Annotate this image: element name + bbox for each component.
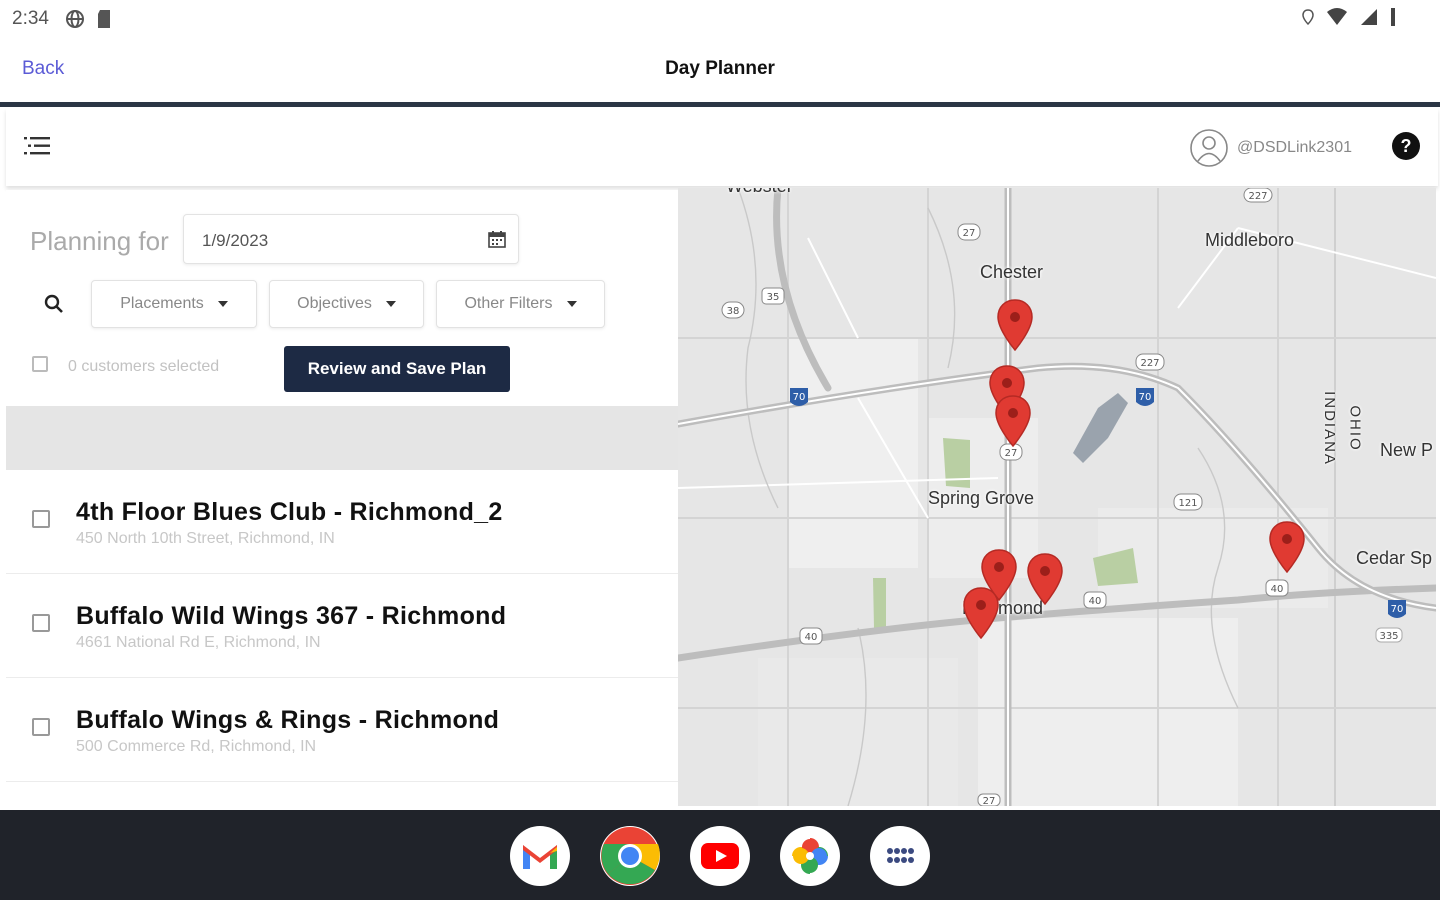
status-icons-left	[64, 8, 112, 30]
location-pin-icon[interactable]	[994, 394, 1032, 448]
location-icon	[1302, 9, 1314, 25]
planner-panel: Planning for 1/9/2023 Placements Objecti…	[6, 190, 678, 806]
route-shield: 40	[1271, 584, 1284, 595]
page-title: Day Planner	[665, 58, 775, 79]
select-all-checkbox[interactable]	[32, 356, 48, 372]
route-shield: 121	[1178, 498, 1197, 509]
placements-label: Placements	[120, 295, 204, 312]
status-time: 2:34	[12, 8, 49, 29]
chevron-down-icon	[217, 301, 228, 307]
placements-filter[interactable]: Placements	[91, 280, 257, 328]
map-label-indiana: INDIANA	[1320, 391, 1338, 466]
cell-signal-icon	[1361, 9, 1377, 25]
route-shield: 35	[767, 292, 780, 303]
chevron-down-icon	[385, 301, 396, 307]
objectives-label: Objectives	[297, 295, 372, 312]
location-pin-icon[interactable]	[1268, 520, 1306, 574]
interstate-shield: 70	[793, 392, 806, 403]
interstate-shield: 70	[1391, 604, 1404, 615]
interstate-shield: 70	[1139, 392, 1152, 403]
other-filters[interactable]: Other Filters	[436, 280, 605, 328]
battery-icon	[1391, 8, 1395, 26]
date-value: 1/9/2023	[202, 231, 269, 250]
user-account[interactable]: @DSDLink2301	[1189, 128, 1352, 168]
map-label-chester: Chester	[980, 262, 1044, 282]
route-shield: 40	[1089, 596, 1102, 607]
status-bar: 2:34	[0, 0, 1440, 38]
sd-card-icon	[98, 10, 110, 28]
map-canvas: 27 35 38 227 227 121 27 40 40 40 335 27 …	[678, 188, 1436, 806]
route-shield: 227	[1140, 358, 1159, 369]
customer-checkbox[interactable]	[32, 718, 50, 736]
location-pin-icon[interactable]	[1026, 552, 1064, 606]
location-pin-icon[interactable]	[962, 586, 1000, 640]
route-shield: 335	[1379, 631, 1398, 642]
customer-name: Buffalo Wings & Rings - Richmond	[76, 706, 500, 734]
map-label-ohio: OHIO	[1346, 405, 1364, 452]
list-header-band	[6, 406, 678, 470]
planning-for-label: Planning for	[30, 226, 169, 256]
other-filters-label: Other Filters	[464, 295, 553, 312]
chevron-down-icon	[566, 301, 577, 307]
wifi-icon	[1327, 8, 1347, 25]
selected-count: 0 customers selected	[68, 358, 220, 375]
customer-address: 500 Commerce Rd, Richmond, IN	[76, 738, 317, 755]
app-header: Back Day Planner	[0, 38, 1440, 102]
customer-address: 4661 National Rd E, Richmond, IN	[76, 634, 321, 651]
search-icon[interactable]	[44, 294, 64, 314]
app-launcher-icon[interactable]	[870, 826, 930, 886]
avatar-icon	[1190, 129, 1228, 167]
calendar-icon[interactable]	[488, 230, 506, 248]
customer-name: Buffalo Wild Wings 367 - Richmond	[76, 602, 507, 630]
help-icon[interactable]: ?	[1392, 132, 1420, 160]
photos-icon[interactable]	[780, 826, 840, 886]
list-item[interactable]: 4th Floor Blues Club - Richmond_2 450 No…	[6, 470, 678, 574]
gmail-icon[interactable]	[510, 826, 570, 886]
toolbar: @DSDLink2301 ?	[6, 108, 1438, 186]
taskbar	[0, 810, 1440, 900]
customer-checkbox[interactable]	[32, 510, 50, 528]
date-picker-field[interactable]: 1/9/2023	[183, 214, 519, 264]
route-shield: 27	[983, 796, 996, 806]
review-save-plan-button[interactable]: Review and Save Plan	[284, 346, 510, 392]
customer-name: 4th Floor Blues Club - Richmond_2	[76, 498, 503, 526]
map-view[interactable]: 27 35 38 227 227 121 27 40 40 40 335 27 …	[678, 188, 1436, 806]
header-divider	[0, 102, 1440, 107]
location-pin-icon[interactable]	[996, 298, 1034, 352]
menu-icon[interactable]	[24, 134, 50, 158]
route-shield: 27	[1005, 448, 1018, 459]
list-item[interactable]: Buffalo Wings & Rings - Richmond 500 Com…	[6, 678, 678, 782]
customer-address: 450 North 10th Street, Richmond, IN	[76, 530, 335, 547]
username: @DSDLink2301	[1237, 139, 1352, 156]
status-icons-right	[1302, 7, 1396, 27]
map-label-spring-grove: Spring Grove	[928, 488, 1035, 508]
map-label-new-paris: New P	[1380, 440, 1434, 460]
vpn-globe-icon	[66, 10, 84, 28]
list-item[interactable]: Buffalo Wild Wings 367 - Richmond 4661 N…	[6, 574, 678, 678]
map-label-cedar-springs: Cedar Sp	[1356, 548, 1433, 568]
youtube-icon[interactable]	[690, 826, 750, 886]
customer-checkbox[interactable]	[32, 614, 50, 632]
objectives-filter[interactable]: Objectives	[269, 280, 424, 328]
route-shield: 38	[727, 306, 740, 317]
route-shield: 27	[963, 228, 976, 239]
map-label-middleboro: Middleboro	[1205, 230, 1295, 250]
map-label-webster: Webster	[726, 188, 793, 197]
chrome-icon[interactable]	[600, 826, 660, 886]
route-shield: 227	[1248, 191, 1267, 202]
route-shield: 40	[805, 632, 818, 643]
